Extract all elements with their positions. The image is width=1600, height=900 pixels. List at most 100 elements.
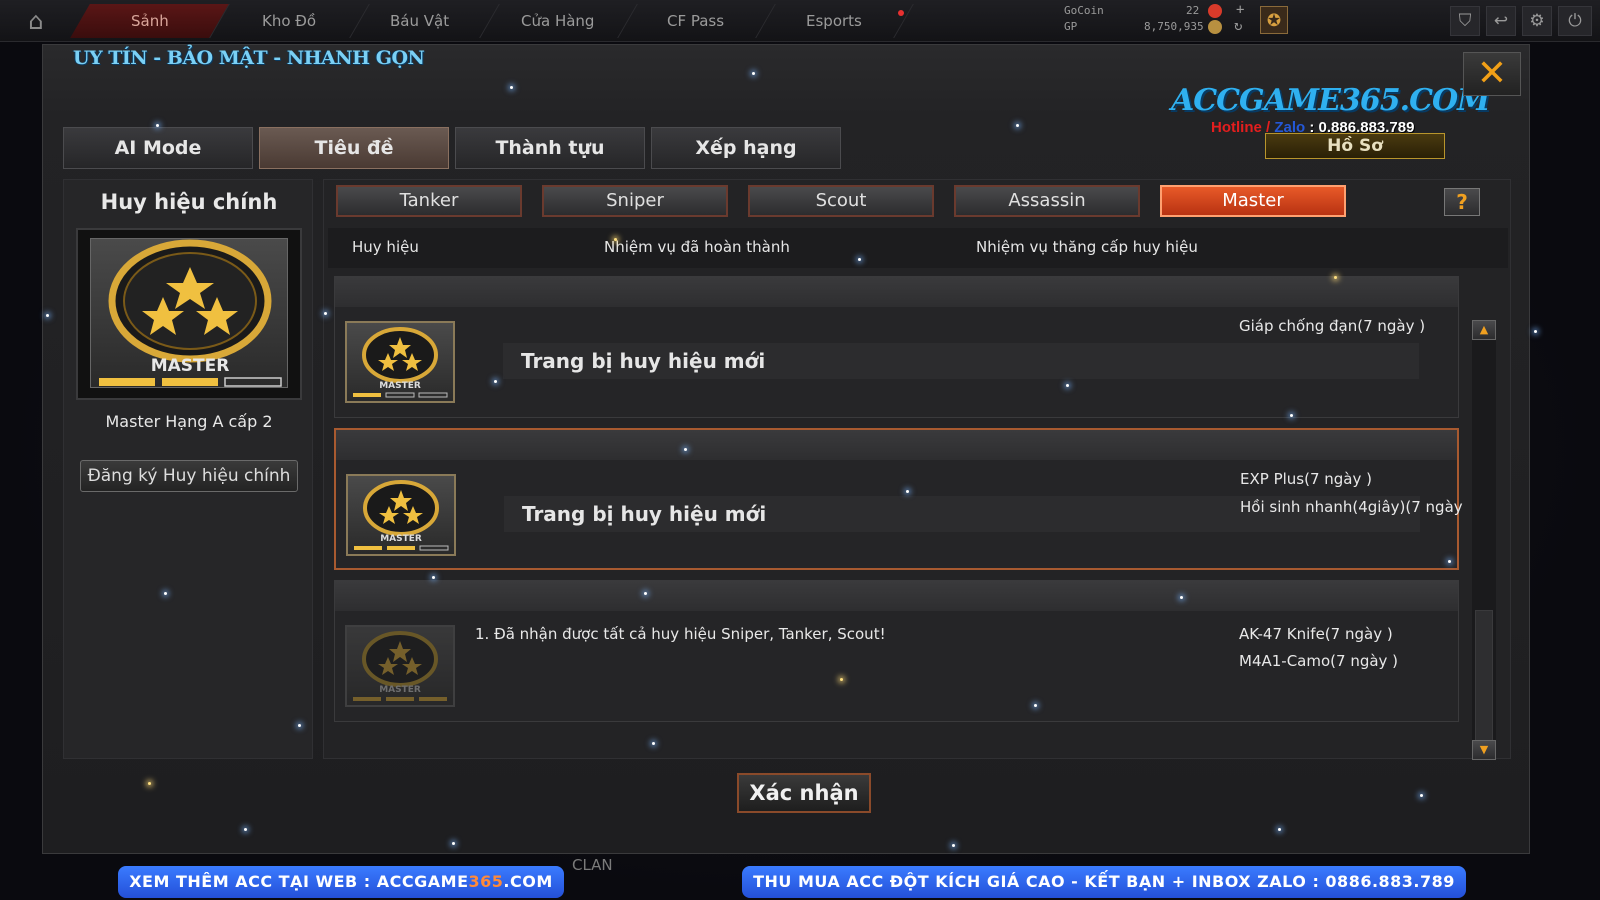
sparkle: [494, 380, 497, 383]
col-badge: Huy hiệu: [352, 238, 419, 256]
sparkle: [840, 678, 843, 681]
sparkle: [244, 828, 247, 831]
row-header-bar: [336, 430, 1457, 460]
top-nav-bar: ⌂ Sảnh Kho Đồ Báu Vật Cửa Hàng CF Pass E…: [0, 0, 1600, 42]
add-currency-icon[interactable]: +: [1236, 2, 1244, 18]
row-badge-icon: MASTER: [346, 474, 456, 556]
gocoin-label: GoCoin: [1064, 4, 1104, 17]
gear-icon[interactable]: ⚙: [1522, 6, 1552, 36]
register-main-badge-button[interactable]: Đăng ký Huy hiệu chính: [80, 460, 298, 492]
nav-tab-label: Báu Vật: [389, 12, 450, 30]
close-icon[interactable]: ✕: [1463, 52, 1521, 96]
profile-button[interactable]: Hồ Sơ: [1265, 133, 1445, 159]
class-tab-scout[interactable]: Scout: [748, 185, 934, 217]
nav-tab-treasure[interactable]: Báu Vật: [340, 4, 500, 38]
nav-tab-cfpass[interactable]: CF Pass: [616, 4, 776, 38]
main-badge-title: Huy hiệu chính: [100, 190, 278, 214]
class-tab-tanker[interactable]: Tanker: [336, 185, 522, 217]
sparkle: [644, 592, 647, 595]
sparkle: [1448, 560, 1451, 563]
row-badge-label: MASTER: [379, 381, 421, 391]
scroll-up-icon[interactable]: ▲: [1472, 320, 1496, 340]
sparkle: [298, 724, 301, 727]
nav-tab-shop[interactable]: Cửa Hàng: [478, 4, 638, 38]
gocoin-value: 22: [1186, 4, 1200, 17]
nav-tab-label: Sảnh: [130, 12, 169, 30]
banner-text-highlight: 365: [468, 872, 504, 891]
sparkle: [432, 576, 435, 579]
confirm-button[interactable]: Xác nhận: [737, 773, 871, 813]
nav-tab-label: Cửa Hàng: [520, 12, 595, 30]
sparkle: [752, 72, 755, 75]
main-badge-frame: MASTER: [76, 228, 302, 400]
sparkle: [1016, 124, 1019, 127]
main-badge-panel: Huy hiệu chính MASTER Master Hạng A cấp …: [63, 179, 313, 759]
badge-row[interactable]: MASTER Trang bị huy hiệu mới Giáp chống …: [334, 276, 1459, 418]
column-header: Huy hiệu Nhiệm vụ đã hoàn thành Nhiệm vụ…: [328, 228, 1508, 268]
reward-item: EXP Plus(7 ngày ): [1240, 470, 1372, 488]
class-tab-assassin[interactable]: Assassin: [954, 185, 1140, 217]
class-tab-sniper[interactable]: Sniper: [542, 185, 728, 217]
row-badge-icon-locked: MASTER: [345, 625, 455, 707]
nav-tab-lobby[interactable]: Sảnh: [70, 4, 230, 38]
home-icon[interactable]: ⌂: [16, 6, 56, 36]
row-badge-label: MASTER: [379, 685, 421, 695]
master-badge-icon: MASTER: [99, 239, 282, 387]
rank-emblem-icon[interactable]: ✪: [1260, 6, 1288, 34]
nav-tab-label: CF Pass: [666, 12, 725, 30]
row-badge-label: MASTER: [380, 534, 422, 544]
sparkle: [858, 258, 861, 261]
sparkle: [324, 312, 327, 315]
completed-mission-text: 1. Đã nhận được tất cả huy hiệu Sniper, …: [475, 625, 886, 643]
gocoin-icon: [1208, 4, 1222, 18]
sparkle: [452, 842, 455, 845]
return-icon[interactable]: ↩: [1486, 6, 1516, 36]
gp-value: 8,750,935: [1144, 20, 1204, 33]
tab-title[interactable]: Tiêu đề: [259, 127, 449, 169]
badge-list-panel: Tanker Sniper Scout Assassin Master ? Hu…: [323, 179, 1511, 760]
nav-tab-esports[interactable]: Esports: [754, 4, 914, 38]
badge-row[interactable]: MASTER 1. Đã nhận được tất cả huy hiệu S…: [334, 580, 1459, 722]
sparkle: [1034, 704, 1037, 707]
scroll-thumb[interactable]: [1475, 610, 1493, 760]
tab-ranking[interactable]: Xếp hạng: [651, 127, 841, 169]
row-header-bar: [335, 581, 1458, 611]
sparkle: [952, 844, 955, 847]
master-badge-small-icon: MASTER: [353, 327, 448, 398]
master-badge-image: MASTER: [90, 238, 288, 388]
reward-item: Hồi sinh nhanh(4giây)(7 ngày: [1240, 498, 1463, 516]
list-scrollbar[interactable]: ▲ ▼: [1472, 320, 1496, 760]
sparkle: [684, 448, 687, 451]
sparkle: [906, 490, 909, 493]
col-upgrade-missions: Nhiệm vụ thăng cấp huy hiệu: [976, 238, 1198, 256]
game-screen: ⌂ Sảnh Kho Đồ Báu Vật Cửa Hàng CF Pass E…: [0, 0, 1600, 900]
sparkle: [510, 86, 513, 89]
sparkle: [652, 742, 655, 745]
row-header-bar: [335, 277, 1458, 307]
gp-coin-icon: [1208, 20, 1222, 34]
sparkle: [1420, 794, 1423, 797]
help-icon[interactable]: ?: [1444, 188, 1480, 216]
clan-label: CLAN: [572, 856, 613, 874]
class-tab-master[interactable]: Master: [1160, 185, 1346, 217]
scroll-down-icon[interactable]: ▼: [1472, 740, 1496, 760]
tab-ai-mode[interactable]: AI Mode: [63, 127, 253, 169]
shield-icon[interactable]: ⛉: [1450, 6, 1480, 36]
master-badge-small-icon: MASTER: [353, 631, 447, 701]
zalo-banner[interactable]: THU MUA ACC ĐỘT KÍCH GIÁ CAO - KẾT BẠN +…: [742, 866, 1466, 898]
tab-achievements[interactable]: Thành tựu: [455, 127, 645, 169]
gp-label: GP: [1064, 20, 1078, 33]
sparkle: [1334, 276, 1337, 279]
notification-dot: [898, 10, 904, 16]
badge-label: MASTER: [151, 356, 230, 376]
sparkle: [156, 124, 159, 127]
row-title: Trang bị huy hiệu mới: [522, 502, 767, 526]
hotline-label: Hotline: [1211, 119, 1262, 136]
nav-tab-label: Esports: [805, 12, 862, 30]
badge-row-selected[interactable]: MASTER Trang bị huy hiệu mới EXP Plus(7 …: [334, 428, 1463, 570]
refresh-icon[interactable]: ↻: [1234, 18, 1242, 34]
badge-window: UY TÍN - BẢO MẬT - NHANH GỌN ACCGAME365.…: [42, 44, 1530, 854]
power-icon[interactable]: ⏻: [1558, 6, 1592, 36]
sparkle: [1290, 414, 1293, 417]
website-banner[interactable]: XEM THÊM ACC TẠI WEB : ACCGAME365.COM: [118, 866, 564, 898]
